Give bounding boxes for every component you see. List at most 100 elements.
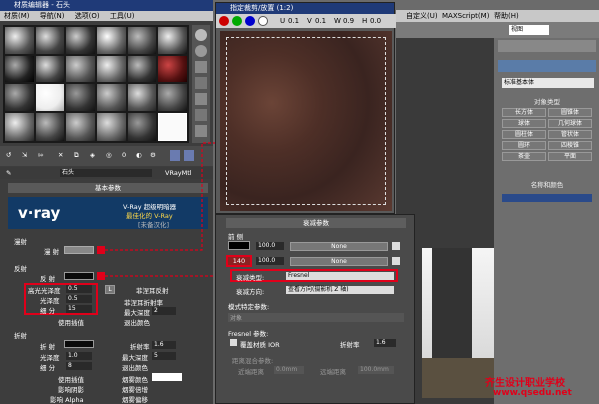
sample-slot[interactable] — [35, 27, 65, 54]
material-name-field[interactable]: 石头 — [60, 169, 152, 177]
menu-maxscript[interactable]: MAXScript(M) — [442, 10, 489, 22]
v-value[interactable]: 0.1 — [315, 17, 326, 25]
unique-icon[interactable]: ◈ — [90, 151, 95, 159]
crop-region-frame[interactable] — [226, 37, 386, 205]
falloff-rollout-title[interactable]: 衰减参数 — [226, 218, 406, 228]
front-amount-field[interactable]: 100.0 — [256, 242, 284, 250]
primitives-dropdown[interactable]: 标准基本体 — [502, 78, 594, 88]
effects-channel-icon[interactable]: 0 — [122, 151, 126, 159]
cone-button[interactable]: 圆锥体 — [548, 108, 592, 117]
cylinder-button[interactable]: 圆柱体 — [502, 130, 546, 139]
side-map-button[interactable]: None — [290, 257, 388, 266]
sample-slot[interactable] — [5, 27, 34, 54]
w-value[interactable]: 0.9 — [343, 17, 354, 25]
sample-slot[interactable] — [35, 112, 65, 141]
sample-slot[interactable] — [127, 84, 157, 111]
category-icons[interactable] — [498, 60, 596, 72]
go-parent-icon[interactable] — [170, 150, 180, 161]
falloff-ior-field[interactable]: 1.6 — [374, 339, 396, 347]
channel-green-icon[interactable] — [232, 16, 242, 26]
refract-ior-field[interactable]: 1.6 — [152, 341, 176, 349]
get-material-icon[interactable]: ↺ — [6, 151, 11, 159]
channel-mono-icon[interactable] — [258, 16, 268, 26]
sample-slot[interactable] — [66, 55, 95, 82]
name-color-rollout[interactable]: 名称和颜色 — [500, 179, 594, 189]
front-map-button[interactable]: None — [290, 242, 388, 251]
falloff-dir-dropdown[interactable]: 查看方向(摄影机 Z 轴) — [286, 286, 394, 294]
side-amount-field[interactable]: 100.0 — [256, 257, 284, 265]
diffuse-map-button[interactable] — [97, 246, 105, 254]
uv-tiling-icon[interactable] — [195, 77, 207, 89]
menu-customize[interactable]: 自定义(U) — [406, 10, 438, 22]
menu-options[interactable]: 选项(O) — [75, 12, 100, 20]
sample-slot[interactable] — [96, 55, 126, 82]
sample-slot[interactable] — [5, 55, 34, 82]
background-icon[interactable] — [195, 61, 207, 73]
go-sibling-icon[interactable] — [184, 150, 194, 161]
sample-slot[interactable] — [35, 84, 65, 111]
backlight-icon[interactable] — [195, 45, 207, 57]
reflect-swatch[interactable] — [64, 272, 94, 280]
sphere-button[interactable]: 球体 — [502, 119, 546, 128]
front-map-check[interactable] — [392, 242, 400, 250]
tube-button[interactable]: 管状体 — [548, 130, 592, 139]
sample-slot[interactable] — [35, 55, 65, 82]
show-map-icon[interactable]: ◐ — [136, 151, 142, 159]
sample-slot[interactable] — [127, 112, 157, 141]
box-button[interactable]: 长方体 — [502, 108, 546, 117]
sample-slot[interactable] — [5, 84, 34, 111]
menu-help[interactable]: 帮助(H) — [494, 10, 519, 22]
menu-material[interactable]: 材质(M) — [4, 12, 30, 20]
options-icon[interactable] — [195, 125, 207, 137]
object-type-rollout[interactable]: 对象类型 — [500, 96, 594, 106]
override-ior-checkbox[interactable] — [230, 339, 237, 346]
sample-slot[interactable] — [158, 27, 187, 54]
side-map-check[interactable] — [392, 257, 400, 265]
reflect-max-depth-field[interactable]: 2 — [152, 307, 176, 315]
object-name-field[interactable] — [502, 194, 592, 202]
refract-gloss-field[interactable]: 1.0 — [66, 352, 92, 360]
sample-slot[interactable] — [96, 112, 126, 141]
library-icon[interactable]: ◎ — [106, 151, 112, 159]
gloss-field[interactable]: 0.5 — [66, 295, 92, 303]
refract-max-depth-field[interactable]: 5 — [152, 352, 176, 360]
show-end-icon[interactable]: ⚙ — [150, 151, 156, 159]
torus-button[interactable]: 圆环 — [502, 141, 546, 150]
sample-slot[interactable] — [96, 27, 126, 54]
menu-navigation[interactable]: 导航(N) — [40, 12, 65, 20]
sample-slots-grid[interactable] — [3, 25, 189, 143]
u-value[interactable]: 0.1 — [288, 17, 299, 25]
reset-icon[interactable]: ✕ — [58, 151, 63, 159]
diffuse-swatch[interactable] — [64, 246, 94, 254]
object-pick-row[interactable]: 对象 — [228, 313, 404, 322]
subdivs-field[interactable]: 15 — [66, 305, 92, 313]
sample-slot[interactable] — [5, 112, 34, 141]
sample-slot[interactable] — [66, 112, 95, 141]
hilight-gloss-field[interactable]: 0.5 — [66, 285, 92, 293]
sample-slot[interactable] — [158, 84, 187, 111]
copy-icon[interactable]: ⧉ — [74, 151, 79, 160]
material-type-button[interactable]: VRayMtl — [165, 169, 192, 177]
refract-swatch[interactable] — [64, 340, 94, 348]
sample-slot[interactable] — [66, 84, 95, 111]
view-dropdown[interactable]: 视图 — [509, 25, 549, 35]
rollout-basic-params[interactable]: 基本参数 — [8, 183, 208, 193]
near-dist-field[interactable]: 0.0mm — [274, 366, 304, 374]
sample-slot-selected[interactable] — [158, 112, 187, 141]
front-color-swatch[interactable] — [228, 241, 250, 250]
sample-slot[interactable] — [158, 55, 187, 82]
channel-red-icon[interactable] — [219, 16, 229, 26]
put-to-scene-icon[interactable]: ⇲ — [22, 151, 27, 159]
pyramid-button[interactable]: 四棱锥 — [548, 141, 592, 150]
far-dist-field[interactable]: 100.0mm — [358, 366, 394, 374]
pick-material-icon[interactable]: ✎ — [6, 169, 11, 177]
plane-button[interactable]: 平面 — [548, 152, 592, 161]
h-value[interactable]: 0.0 — [370, 17, 381, 25]
teapot-button[interactable]: 茶壶 — [502, 152, 546, 161]
reflect-map-button[interactable] — [97, 272, 105, 280]
fog-color-swatch[interactable] — [152, 373, 182, 381]
geosphere-button[interactable]: 几何球体 — [548, 119, 592, 128]
sample-type-icon[interactable] — [195, 29, 207, 41]
create-tab-icons[interactable] — [498, 40, 596, 52]
video-check-icon[interactable] — [195, 93, 207, 105]
